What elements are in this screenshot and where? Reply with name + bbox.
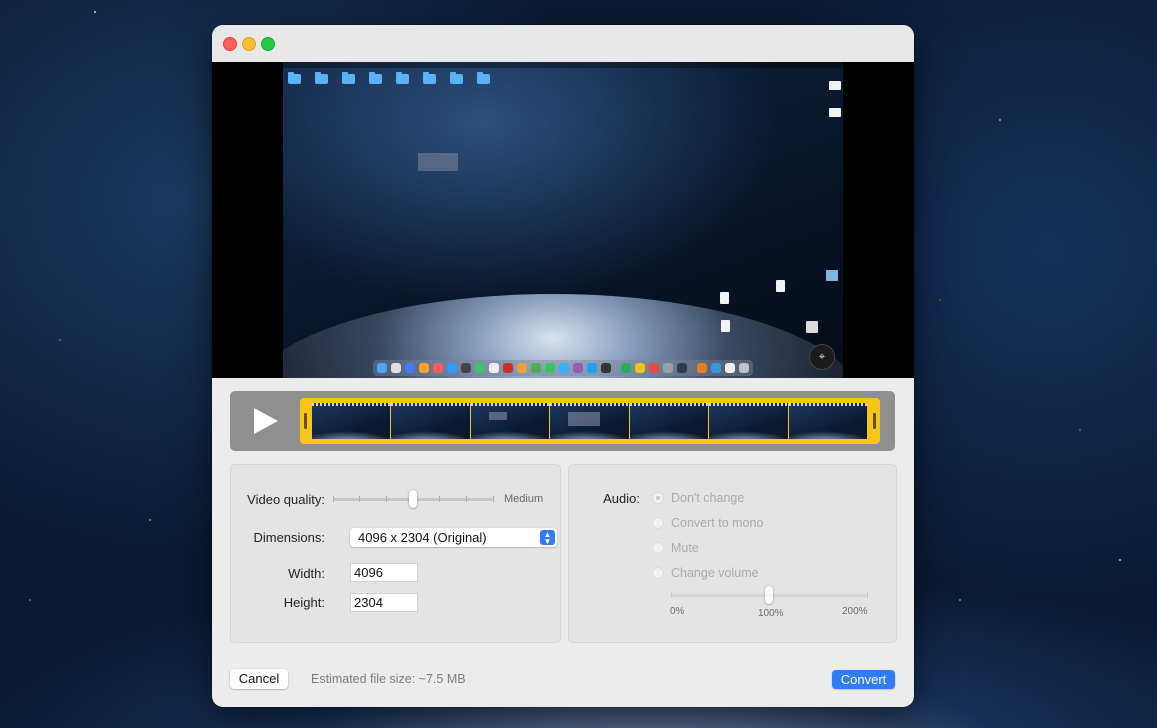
video-quality-thumb[interactable] [409, 490, 417, 508]
height-field[interactable] [350, 593, 418, 612]
thumbnail-frame [550, 403, 630, 439]
audio-settings-panel: Audio: Don't change Convert to mono Mute… [568, 464, 897, 643]
dock-app-icon [391, 363, 401, 373]
dimensions-select[interactable]: 4096 x 2304 (Original) ▲ ▼ [350, 528, 557, 547]
dock-app-icon [697, 363, 707, 373]
folder-icon [315, 72, 328, 84]
height-label: Height: [283, 595, 325, 610]
dock-app-icon [663, 363, 673, 373]
timeline-bar [230, 391, 895, 451]
dock-app-icon [677, 363, 687, 373]
minimize-window-button[interactable] [242, 37, 256, 51]
thumbnail-frame [709, 403, 789, 439]
audio-option-label: Mute [671, 541, 699, 555]
screenshot-icon[interactable]: ⌖ [809, 344, 835, 370]
dock-app-icon [725, 363, 735, 373]
thumbnail-frames [312, 403, 868, 439]
radio-button[interactable] [652, 542, 664, 554]
video-preview: ⌖ [212, 62, 914, 378]
dock-app-icon [635, 363, 645, 373]
volume-min-label: 0% [670, 606, 685, 617]
video-settings-panel: Video quality: Medium Dimensions: 4096 x… [230, 464, 561, 643]
trim-strip[interactable] [300, 398, 880, 444]
thumbnail-frame [312, 403, 392, 439]
video-quality-value: Medium [504, 493, 544, 505]
title-bar [212, 25, 914, 62]
cancel-button[interactable]: Cancel [230, 669, 288, 689]
folder-icon [450, 72, 463, 84]
dock-app-icon [419, 363, 429, 373]
dock-app-icon [621, 363, 631, 373]
folder-icon [396, 72, 409, 84]
thumbnail-frame [788, 403, 868, 439]
estimated-file-size: Estimated file size: ~7.5 MB [311, 672, 466, 686]
dimensions-value: 4096 x 2304 (Original) [358, 530, 487, 545]
preview-placeholder-block [418, 153, 458, 171]
dock-trash-icon [739, 363, 749, 373]
folder-icon [288, 72, 301, 84]
dock-app-icon [545, 363, 555, 373]
dock-app-icon [503, 363, 513, 373]
preview-menubar [283, 62, 843, 68]
width-field[interactable] [350, 563, 418, 582]
chevron-updown-icon: ▲ ▼ [540, 530, 555, 546]
thumbnail-frame [629, 403, 710, 439]
dock-app-icon [377, 363, 387, 373]
thumbnail-frame [391, 403, 471, 439]
preview-frame [283, 62, 843, 378]
dock-app-icon [587, 363, 597, 373]
dock-app-icon [447, 363, 457, 373]
dock-app-icon [433, 363, 443, 373]
audio-option-label: Convert to mono [671, 516, 764, 530]
dock-app-icon [461, 363, 471, 373]
folder-icon [423, 72, 436, 84]
trim-start-handle[interactable] [304, 413, 307, 429]
radio-button[interactable] [652, 567, 664, 579]
zoom-window-button[interactable] [261, 37, 275, 51]
dock-app-icon [559, 363, 569, 373]
audio-label: Audio: [603, 491, 640, 506]
dock-app-icon [573, 363, 583, 373]
convert-button[interactable]: Convert [832, 670, 895, 689]
volume-thumb[interactable] [765, 586, 773, 604]
dock-app-icon [649, 363, 659, 373]
folder-icon [342, 72, 355, 84]
dock-app-icon [475, 363, 485, 373]
preview-dock [373, 360, 753, 376]
play-icon[interactable] [254, 408, 278, 434]
dimensions-label: Dimensions: [253, 530, 325, 545]
file-icon [829, 81, 841, 90]
file-icon [829, 108, 841, 117]
thumbnail-frame [470, 403, 551, 439]
audio-option-label: Change volume [671, 566, 759, 580]
trim-end-handle[interactable] [873, 413, 876, 429]
file-icon [776, 280, 785, 292]
video-quality-label: Video quality: [247, 492, 325, 507]
dock-app-icon [601, 363, 611, 373]
volume-max-label: 200% [842, 606, 868, 617]
dock-app-icon [405, 363, 415, 373]
folder-icon [369, 72, 382, 84]
dock-app-icon [711, 363, 721, 373]
volume-mid-label: 100% [758, 608, 784, 619]
dock-app-icon [489, 363, 499, 373]
dock-app-icon [517, 363, 527, 373]
file-icon [806, 321, 818, 333]
image-file-icon [826, 270, 838, 281]
radio-button[interactable] [652, 492, 664, 504]
convert-window: ⌖ Video quality: Medium Dimensions: 4096… [212, 25, 914, 707]
folder-icon [477, 72, 490, 84]
close-window-button[interactable] [223, 37, 237, 51]
audio-option-label: Don't change [671, 491, 745, 505]
width-label: Width: [288, 566, 325, 581]
file-icon [720, 292, 729, 304]
radio-button[interactable] [652, 517, 664, 529]
file-icon [721, 320, 730, 332]
dock-app-icon [531, 363, 541, 373]
